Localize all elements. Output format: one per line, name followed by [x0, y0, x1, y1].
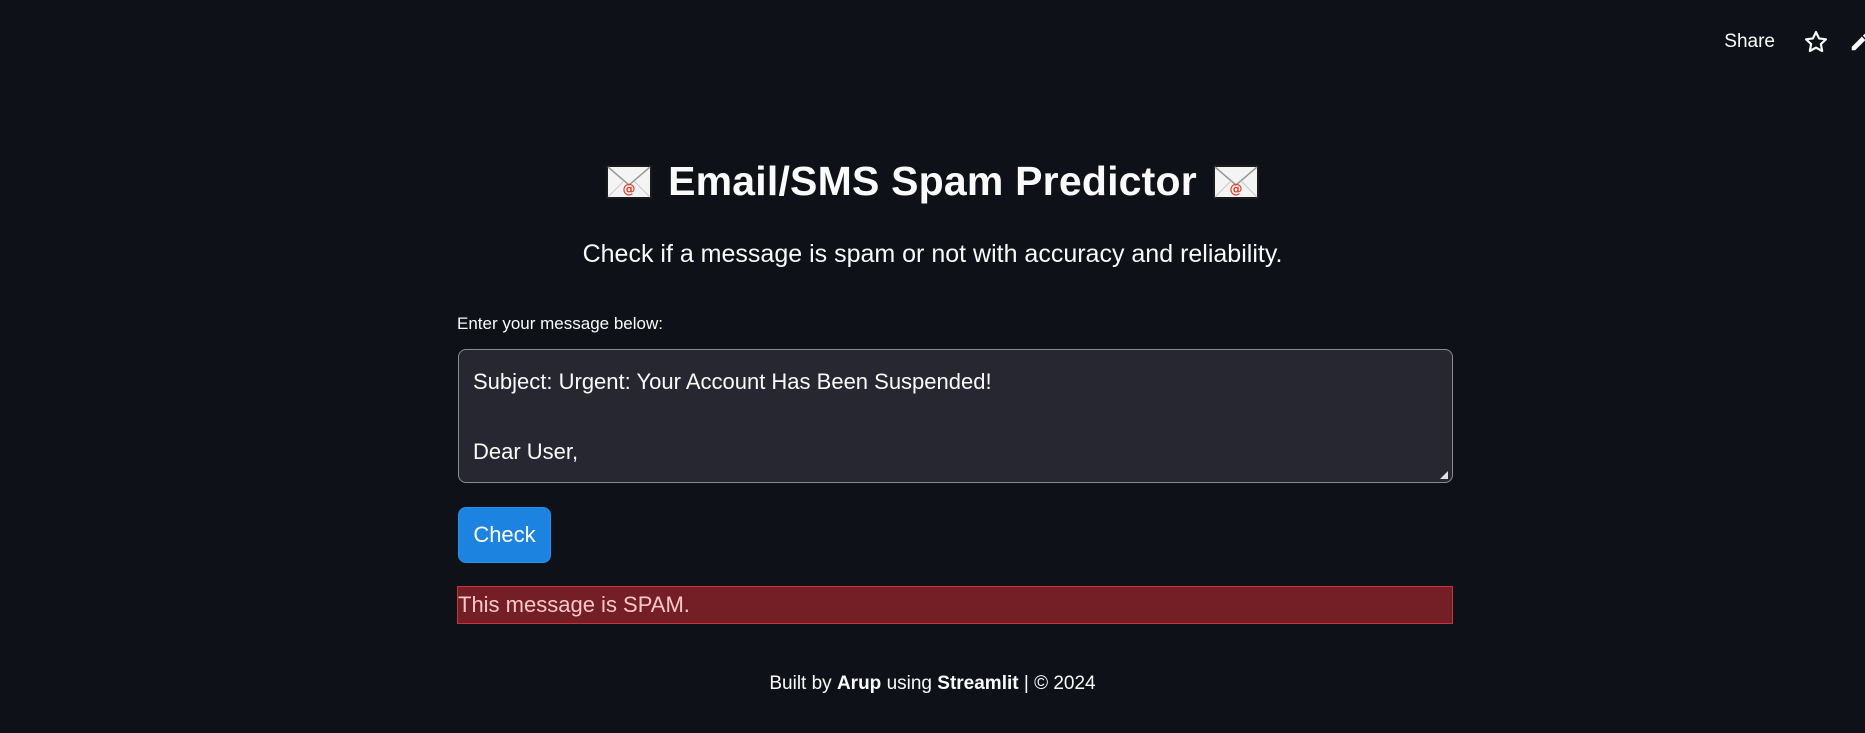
footer-tool: Streamlit: [937, 673, 1019, 694]
toolbar: Share: [1724, 26, 1865, 58]
message-textarea[interactable]: Subject: Urgent: Your Account Has Been S…: [458, 349, 1453, 483]
message-line: [473, 399, 1438, 434]
check-button[interactable]: Check: [458, 507, 551, 563]
resize-handle[interactable]: [1440, 471, 1448, 479]
svg-text:@: @: [623, 182, 636, 197]
page-title: Email/SMS Spam Predictor: [668, 158, 1197, 204]
footer-suffix: | © 2024: [1023, 673, 1096, 694]
share-button[interactable]: Share: [1724, 31, 1775, 53]
message-label: Enter your message below:: [457, 314, 663, 333]
message-line: Subject: Urgent: Your Account Has Been S…: [473, 369, 992, 394]
star-icon[interactable]: [1803, 29, 1829, 55]
footer-prefix: Built by: [769, 673, 832, 694]
result-alert: This message is SPAM.: [457, 586, 1453, 624]
pencil-icon[interactable]: [1849, 31, 1865, 53]
footer-middle: using: [886, 673, 932, 694]
envelope-icon: @: [606, 164, 653, 199]
svg-text:@: @: [1229, 182, 1242, 197]
result-text: This message is SPAM.: [458, 592, 690, 617]
footer-author: Arup: [836, 673, 882, 694]
page-title-row: @ Email/SMS Spam Predictor @: [0, 158, 1865, 205]
page-subtitle: Check if a message is spam or not with a…: [582, 240, 1283, 268]
envelope-icon: @: [1212, 164, 1259, 199]
message-line: Dear User,: [473, 439, 579, 464]
footer: Built by Arup using Streamlit | © 2024: [0, 673, 1865, 695]
